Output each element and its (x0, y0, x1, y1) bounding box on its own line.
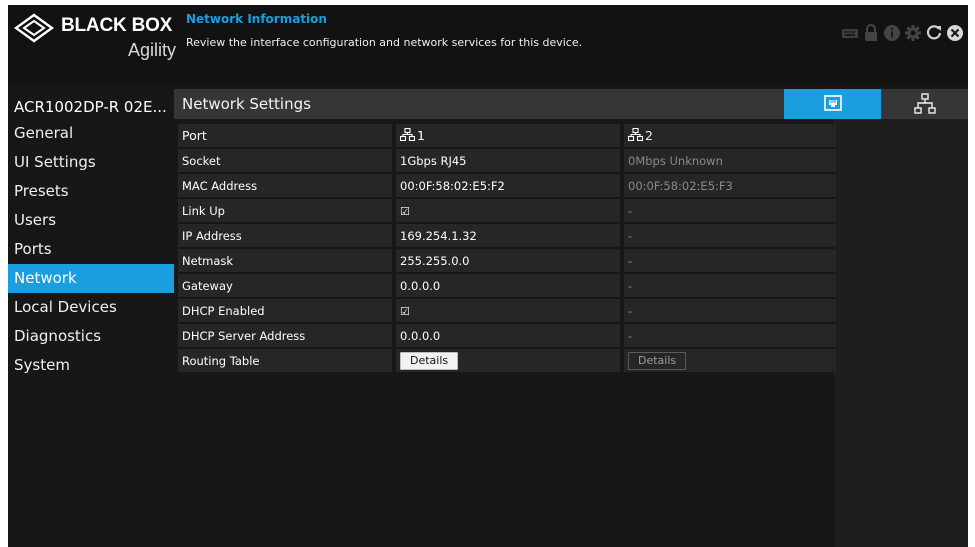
port2-value: - (620, 274, 836, 297)
port-view-icon (823, 95, 842, 111)
sidebar-item-label: Ports (14, 240, 52, 258)
brand-logo: BLACK BOX Agility (11, 9, 176, 69)
sidebar-item-label: Network (14, 269, 77, 287)
sidebar-item-diagnostics[interactable]: Diagnostics (8, 322, 174, 351)
port1-number: 1 (417, 128, 425, 143)
table-row: DHCP Server Address 0.0.0.0 - (178, 324, 836, 347)
row-label: IP Address (178, 224, 392, 247)
row-label: DHCP Enabled (178, 299, 392, 322)
sidebar-item-ui-settings[interactable]: UI Settings (8, 148, 174, 177)
port-view-button[interactable] (784, 89, 881, 119)
port2-value: - (620, 199, 836, 222)
page-description: Review the interface configuration and n… (186, 36, 583, 49)
port1-value: 0.0.0.0 (392, 324, 620, 347)
lock-icon[interactable] (862, 24, 880, 42)
column-header-port2: 2 (620, 124, 836, 147)
row-label: Link Up (178, 199, 392, 222)
sidebar-item-general[interactable]: General (8, 119, 174, 148)
sidebar-item-label: General (14, 124, 74, 142)
app-screen: BLACK BOX Agility Network Information Re… (8, 5, 968, 547)
checkbox-checked-icon: ☑ (400, 204, 410, 218)
row-label: Socket (178, 149, 392, 172)
header-toolbar (841, 22, 964, 44)
sidebar-item-local-devices[interactable]: Local Devices (8, 293, 174, 322)
table-row: Link Up ☑ - (178, 199, 836, 222)
row-label: MAC Address (178, 174, 392, 197)
network-settings-table: Port 1 2 Socket 1Gbps RJ45 0Mbps Unknown… (178, 122, 836, 374)
port1-value: 255.255.0.0 (392, 249, 620, 272)
header: BLACK BOX Agility Network Information Re… (8, 5, 968, 85)
keyboard-icon[interactable] (841, 24, 859, 42)
sidebar-item-label: Users (14, 211, 57, 229)
settings-icon[interactable] (904, 24, 922, 42)
port2-details-button: Details (628, 351, 687, 370)
sidebar-item-ports[interactable]: Ports (8, 235, 174, 264)
port1-details-cell: Details (392, 349, 620, 372)
port1-checkbox-cell: ☑ (392, 299, 620, 322)
port1-value: 00:0F:58:02:E5:F2 (392, 174, 620, 197)
network-view-button[interactable] (881, 89, 968, 119)
port2-details-cell: Details (620, 349, 836, 372)
port2-value: - (620, 249, 836, 272)
row-label: DHCP Server Address (178, 324, 392, 347)
sidebar-item-users[interactable]: Users (8, 206, 174, 235)
info-icon[interactable] (883, 24, 901, 42)
sidebar-item-label: UI Settings (14, 153, 96, 171)
blackbox-logo-icon (14, 13, 54, 43)
sidebar-item-system[interactable]: System (8, 351, 174, 380)
table-header-row: Port 1 2 (178, 124, 836, 147)
brand-name: BLACK BOX (61, 15, 173, 36)
table-row: Gateway 0.0.0.0 - (178, 274, 836, 297)
port1-value: 0.0.0.0 (392, 274, 620, 297)
table-row: DHCP Enabled ☑ - (178, 299, 836, 322)
sidebar-item-label: Local Devices (14, 298, 117, 316)
network-port-icon (628, 128, 643, 141)
column-header-port1: 1 (392, 124, 620, 147)
port2-value: 00:0F:58:02:E5:F3 (620, 174, 836, 197)
sidebar: General UI Settings Presets Users Ports … (8, 119, 174, 547)
section-title: Network Settings (182, 95, 311, 113)
port1-value: 1Gbps RJ45 (392, 149, 620, 172)
sidebar-item-network[interactable]: Network (8, 264, 174, 293)
port2-value: - (620, 324, 836, 347)
port2-number: 2 (645, 128, 653, 143)
refresh-icon[interactable] (925, 24, 943, 42)
sidebar-item-label: Presets (14, 182, 69, 200)
device-name: ACR1002DP-R 02E... (14, 98, 167, 116)
sidebar-item-label: Diagnostics (14, 327, 102, 345)
brand-subtitle: Agility (127, 40, 176, 60)
network-port-icon (400, 128, 415, 141)
network-view-icon (913, 93, 936, 114)
sidebar-item-label: System (14, 356, 70, 374)
checkbox-checked-icon: ☑ (400, 304, 410, 318)
table-row: Socket 1Gbps RJ45 0Mbps Unknown (178, 149, 836, 172)
port1-details-button[interactable]: Details (400, 351, 459, 370)
port1-value: 169.254.1.32 (392, 224, 620, 247)
port2-value: - (620, 299, 836, 322)
table-row: Netmask 255.255.0.0 - (178, 249, 836, 272)
right-panel (834, 119, 968, 547)
port2-value: 0Mbps Unknown (620, 149, 836, 172)
row-label: Gateway (178, 274, 392, 297)
port1-checkbox-cell: ☑ (392, 199, 620, 222)
port2-value: - (620, 224, 836, 247)
row-label: Netmask (178, 249, 392, 272)
table-row: MAC Address 00:0F:58:02:E5:F2 00:0F:58:0… (178, 174, 836, 197)
table-row: Routing Table Details Details (178, 349, 836, 372)
table-row: IP Address 169.254.1.32 - (178, 224, 836, 247)
sidebar-item-presets[interactable]: Presets (8, 177, 174, 206)
page-title: Network Information (186, 12, 327, 26)
close-icon[interactable] (946, 24, 964, 42)
section-header-bar: Network Settings (174, 89, 968, 119)
row-label: Routing Table (178, 349, 392, 372)
column-header-label: Port (178, 124, 392, 147)
